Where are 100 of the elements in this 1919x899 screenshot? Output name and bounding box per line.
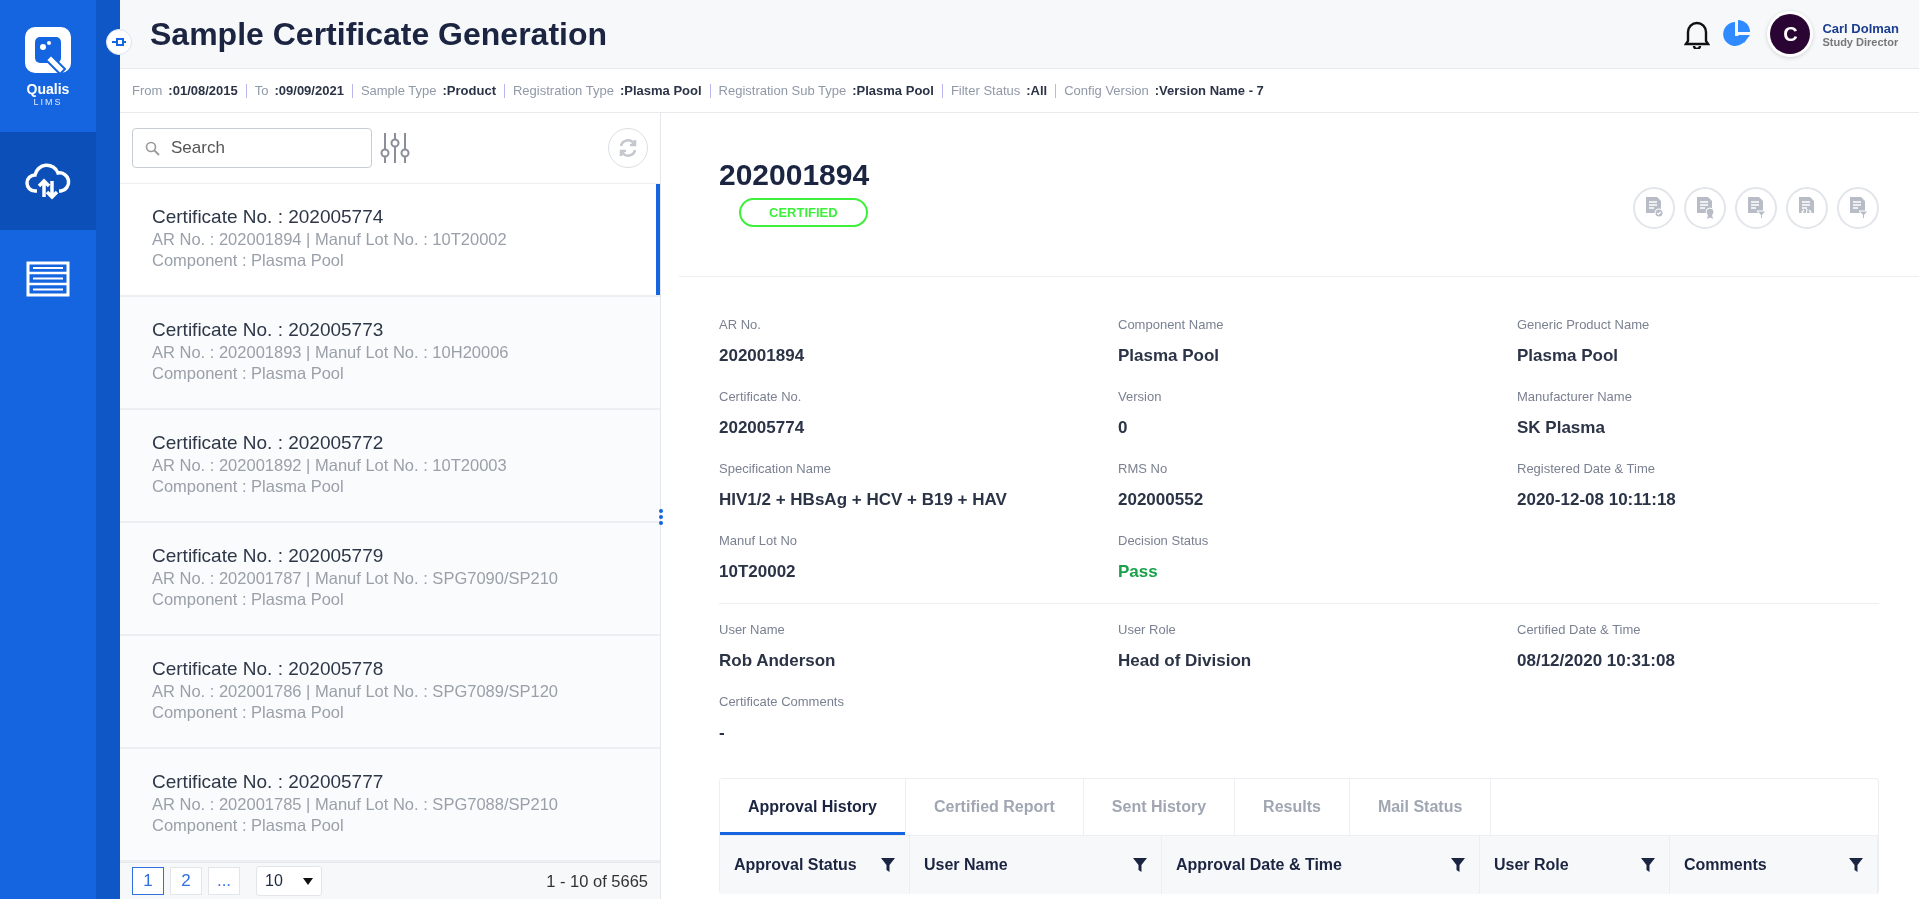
filter-label: From: [132, 83, 163, 98]
filter-value: :01/08/2015: [168, 83, 238, 98]
filter-value: :Plasma Pool: [619, 83, 702, 98]
column-header[interactable]: Approval Status: [734, 856, 857, 874]
page-button[interactable]: 2: [170, 867, 202, 895]
filter-label: Filter Status: [950, 83, 1021, 98]
certificate-number: Certificate No. : 202005772: [152, 432, 385, 454]
certificate-item[interactable]: Certificate No. : 202005774 AR No. : 202001894 | Manuf Lot No. : 10T20002 Component : Plasma Pool: [120, 184, 660, 297]
field-label: Generic Product Name: [1517, 317, 1651, 332]
filter-sliders-icon[interactable]: [380, 131, 410, 165]
certificate-details: AR No. : 202001787 | Manuf Lot No. : SPG7090/SP210: [152, 569, 560, 588]
user-avatar[interactable]: C: [1770, 14, 1811, 54]
field-label: Manufacturer Name: [1517, 389, 1633, 404]
field-value: 2020-12-08 10:11:18: [1517, 490, 1677, 510]
certificate-component: Component : Plasma Pool: [152, 590, 345, 609]
document-icon: [1643, 196, 1665, 220]
filter-icon[interactable]: [881, 858, 895, 872]
certificate-component: Component : Plasma Pool: [152, 251, 345, 270]
caret-icon: [303, 877, 313, 885]
tab[interactable]: Approval History: [720, 779, 906, 835]
certificate-item[interactable]: Certificate No. : 202005779 AR No. : 202001787 | Manuf Lot No. : SPG7090/SP210 Component : Plasma Pool: [120, 523, 660, 636]
user-name: Carl Dolman: [1822, 20, 1899, 36]
field-label: User Role: [1118, 622, 1177, 637]
status-value: Pass: [1118, 562, 1159, 582]
cloud-sync-icon: [25, 161, 71, 201]
certificate-details: AR No. : 202001785 | Manuf Lot No. : SPG7088/SP210: [152, 795, 560, 814]
field-label: Certificate No.: [719, 389, 803, 404]
page-button[interactable]: 1: [132, 867, 164, 895]
field-value: 08/12/2020 10:31:08: [1517, 651, 1676, 671]
nav-item[interactable]: [0, 132, 96, 230]
filter-icon[interactable]: [1849, 858, 1863, 872]
field-value: HIV1/2 + HBsAg + HCV + B19 + HAV: [719, 490, 1008, 510]
document-icon: [1745, 196, 1767, 220]
pin-icon: [111, 36, 127, 48]
column-header[interactable]: Comments: [1684, 856, 1767, 874]
filter-value: :Version Name - 7: [1154, 83, 1264, 98]
certificate-component: Component : Plasma Pool: [152, 477, 345, 496]
field-value: SK Plasma: [1517, 418, 1606, 438]
logo-subtitle: LIMS: [33, 97, 63, 107]
filter-icon[interactable]: [1133, 858, 1147, 872]
field-label: Decision Status: [1118, 533, 1210, 548]
filter-value: :All: [1026, 83, 1048, 98]
filter-icon[interactable]: [1641, 858, 1655, 872]
field-label: Specification Name: [719, 461, 832, 476]
certificate-component: Component : Plasma Pool: [152, 816, 345, 835]
filter-label: Registration Sub Type: [718, 83, 847, 98]
filter-value: :09/09/2021: [274, 83, 344, 98]
document-icon: [1847, 196, 1869, 220]
certificate-number: Certificate No. : 202005774: [152, 206, 385, 228]
field-label: Certificate Comments: [719, 694, 845, 709]
field-value: 202001894: [719, 346, 806, 366]
splitter-handle-icon[interactable]: [656, 508, 666, 526]
sample-number: 202001894: [719, 158, 870, 192]
certificate-details: AR No. : 202001893 | Manuf Lot No. : 10H20006: [152, 343, 510, 362]
status-badge: CERTIFIED: [739, 198, 868, 227]
list-icon: [26, 261, 70, 297]
page-title: Sample Certificate Generation: [150, 15, 609, 53]
filter-icon[interactable]: [1451, 858, 1465, 872]
filter-label: Config Version: [1064, 83, 1149, 98]
certificate-details: AR No. : 202001894 | Manuf Lot No. : 10T20002: [152, 230, 508, 249]
field-label: Component Name: [1118, 317, 1225, 332]
field-label: Version: [1118, 389, 1163, 404]
field-value: 202000552: [1118, 490, 1205, 510]
field-value: 202005774: [719, 418, 806, 438]
certificate-details: AR No. : 202001892 | Manuf Lot No. : 10T20003: [152, 456, 508, 475]
certificate-details: AR No. : 202001786 | Manuf Lot No. : SPG7089/SP120: [152, 682, 560, 701]
certificate-item[interactable]: Certificate No. : 202005777 AR No. : 202001785 | Manuf Lot No. : SPG7088/SP210 Component : Plasma Pool: [120, 749, 660, 862]
logo-name: Qualis: [26, 81, 70, 97]
field-value: 0: [1118, 418, 1129, 438]
bell-icon[interactable]: [1684, 19, 1711, 49]
search-field[interactable]: Search: [132, 128, 372, 168]
certificate-item[interactable]: Certificate No. : 202005772 AR No. : 202001892 | Manuf Lot No. : 10T20003 Component : Plasma Pool: [120, 410, 660, 523]
field-label: Registered Date & Time: [1517, 461, 1656, 476]
column-header[interactable]: Approval Date & Time: [1176, 856, 1342, 874]
certificate-component: Component : Plasma Pool: [152, 703, 345, 722]
field-value: Head of Division: [1118, 651, 1253, 671]
filter-value: :Product: [442, 83, 496, 98]
field-label: User Name: [719, 622, 786, 637]
field-value: 10T20002: [719, 562, 797, 582]
pie-chart-icon[interactable]: [1722, 19, 1753, 49]
page-range: 1 - 10 of 5665: [546, 871, 648, 891]
field-label: AR No.: [719, 317, 762, 332]
refresh-icon: [617, 137, 639, 159]
field-label: Manuf Lot No: [719, 533, 799, 548]
document-icon: [1694, 196, 1716, 220]
column-header[interactable]: User Name: [924, 856, 1008, 874]
filter-label: Sample Type: [360, 83, 437, 98]
column-header[interactable]: User Role: [1494, 856, 1569, 874]
page-size-select[interactable]: 10: [256, 866, 322, 896]
field-value: Plasma Pool: [1517, 346, 1620, 366]
certificate-component: Component : Plasma Pool: [152, 364, 345, 383]
user-role: Study Director: [1822, 35, 1899, 48]
certificate-item[interactable]: Certificate No. : 202005778 AR No. : 202001786 | Manuf Lot No. : SPG7089/SP120 Component : Plasma Pool: [120, 636, 660, 749]
certificate-number: Certificate No. : 202005778: [152, 658, 385, 680]
filter-value: :Plasma Pool: [852, 83, 934, 98]
field-label: RMS No: [1118, 461, 1169, 476]
field-value: Rob Anderson: [719, 651, 837, 671]
certificate-number: Certificate No. : 202005773: [152, 319, 385, 341]
page-button[interactable]: ...: [208, 867, 240, 895]
certificate-item[interactable]: Certificate No. : 202005773 AR No. : 202001893 | Manuf Lot No. : 10H20006 Component : Plasma Pool: [120, 297, 660, 410]
